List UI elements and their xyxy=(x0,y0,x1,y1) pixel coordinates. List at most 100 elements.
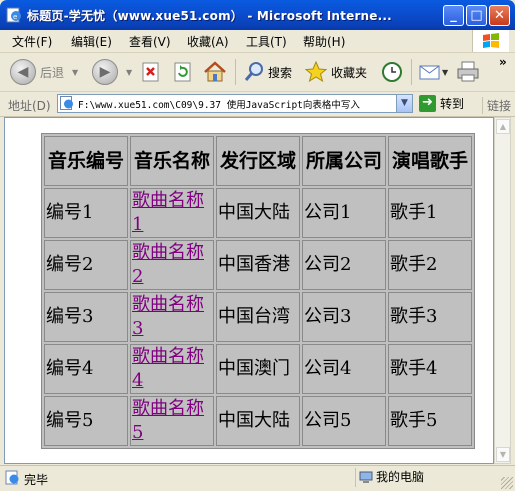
music-table: 音乐编号 音乐名称 发行区域 所属公司 演唱歌手 编号1 歌曲名称1 中国大陆 … xyxy=(41,133,475,449)
singer-cell: 歌手4 xyxy=(388,344,472,394)
company-cell: 公司3 xyxy=(302,292,386,342)
table-row: 编号5 歌曲名称5 中国大陆 公司5 歌手5 xyxy=(44,396,472,446)
go-label: 转到 xyxy=(440,97,465,111)
menu-tools[interactable]: 工具(T) xyxy=(246,33,287,50)
search-button[interactable]: 搜索 xyxy=(243,57,292,87)
my-computer-icon xyxy=(359,471,373,483)
links-button[interactable]: 链接 xyxy=(482,97,511,114)
table-row: 编号4 歌曲名称4 中国澳门 公司4 歌手4 xyxy=(44,344,472,394)
song-link[interactable]: 歌曲名称2 xyxy=(132,242,204,287)
stop-button[interactable] xyxy=(140,57,162,87)
region-cell: 中国澳门 xyxy=(216,344,300,394)
music-id-cell: 编号5 xyxy=(44,396,128,446)
maximize-button[interactable]: □ xyxy=(466,5,487,26)
song-link[interactable]: 歌曲名称4 xyxy=(132,346,204,391)
favorites-button[interactable]: 收藏夹 xyxy=(304,57,367,87)
ie-page-icon xyxy=(60,96,73,110)
printer-icon xyxy=(457,61,479,82)
favorites-label: 收藏夹 xyxy=(331,65,368,80)
music-id-cell: 编号2 xyxy=(44,240,128,290)
minimize-button[interactable]: _ xyxy=(443,5,464,26)
company-cell: 公司5 xyxy=(302,396,386,446)
go-button[interactable]: ➜ 转到 xyxy=(419,95,464,112)
forward-dropdown-icon[interactable]: ▼ xyxy=(126,68,132,77)
security-zone: 我的电脑 xyxy=(355,468,424,487)
region-cell: 中国香港 xyxy=(216,240,300,290)
song-name-cell: 歌曲名称3 xyxy=(130,292,214,342)
address-bar: 地址(D) F:\www.xue51.com\C09\9.37 使用JavaSc… xyxy=(0,92,515,117)
menu-file[interactable]: 文件(F) xyxy=(12,33,52,50)
standard-toolbar: ◀ 后退 ▼ ▶ ▼ 搜索 收藏夹 ▼ » xyxy=(0,53,515,92)
history-icon xyxy=(382,62,402,82)
print-button[interactable] xyxy=(455,57,481,87)
company-cell: 公司2 xyxy=(302,240,386,290)
address-input[interactable]: F:\www.xue51.com\C09\9.37 使用JavaScript向表… xyxy=(57,94,413,113)
toolbar-separator xyxy=(235,59,236,85)
menu-favorites[interactable]: 收藏(A) xyxy=(187,33,229,50)
address-dropdown-icon[interactable]: ▼ xyxy=(396,95,412,112)
history-button[interactable] xyxy=(380,57,404,87)
page-done-icon xyxy=(5,470,19,485)
stop-icon xyxy=(142,62,159,82)
forward-button[interactable]: ▶ ▼ xyxy=(92,57,132,87)
music-id-cell: 编号4 xyxy=(44,344,128,394)
table-row: 编号3 歌曲名称3 中国台湾 公司3 歌手3 xyxy=(44,292,472,342)
vertical-scrollbar[interactable]: ▲ ▼ xyxy=(494,117,511,464)
back-arrow-icon: ◀ xyxy=(10,59,36,85)
forward-arrow-icon: ▶ xyxy=(92,59,118,85)
search-label: 搜索 xyxy=(268,65,293,80)
table-row: 编号2 歌曲名称2 中国香港 公司2 歌手2 xyxy=(44,240,472,290)
zone-label: 我的电脑 xyxy=(376,470,425,484)
status-text: 完毕 xyxy=(24,473,49,487)
song-link[interactable]: 歌曲名称1 xyxy=(132,190,204,235)
column-header: 音乐编号 xyxy=(44,136,128,186)
toolbar-separator xyxy=(411,59,412,85)
region-cell: 中国大陆 xyxy=(216,396,300,446)
song-name-cell: 歌曲名称2 xyxy=(130,240,214,290)
back-dropdown-icon[interactable]: ▼ xyxy=(72,68,78,77)
refresh-button[interactable] xyxy=(172,57,194,87)
column-header: 演唱歌手 xyxy=(388,136,472,186)
music-id-cell: 编号1 xyxy=(44,188,128,238)
status-bar: 完毕 我的电脑 xyxy=(0,465,515,491)
singer-cell: 歌手1 xyxy=(388,188,472,238)
company-cell: 公司4 xyxy=(302,344,386,394)
company-cell: 公司1 xyxy=(302,188,386,238)
menu-view[interactable]: 查看(V) xyxy=(129,33,171,50)
go-arrow-icon: ➜ xyxy=(419,95,436,112)
column-header: 音乐名称 xyxy=(130,136,214,186)
singer-cell: 歌手5 xyxy=(388,396,472,446)
scroll-down-arrow-icon[interactable]: ▼ xyxy=(496,447,510,462)
svg-text:e: e xyxy=(13,13,17,21)
table-row: 编号1 歌曲名称1 中国大陆 公司1 歌手1 xyxy=(44,188,472,238)
home-icon xyxy=(204,61,226,82)
title-bar[interactable]: e 标题页-学无忧（www.xue51.com） - Microsoft Int… xyxy=(0,0,515,30)
toolbar-overflow-chevron[interactable]: » xyxy=(499,55,507,69)
mail-button[interactable]: ▼ xyxy=(418,57,448,87)
menu-bar: 文件(F) 编辑(E) 查看(V) 收藏(A) 工具(T) 帮助(H) xyxy=(0,30,515,53)
resize-grip-icon[interactable] xyxy=(501,477,513,489)
star-icon xyxy=(304,60,328,83)
mail-dropdown-icon[interactable]: ▼ xyxy=(442,68,448,77)
address-label: 地址(D) xyxy=(8,99,51,113)
scroll-up-arrow-icon[interactable]: ▲ xyxy=(496,119,510,134)
region-cell: 中国大陆 xyxy=(216,188,300,238)
singer-cell: 歌手3 xyxy=(388,292,472,342)
ie-page-icon: e xyxy=(6,7,21,23)
page-content: 音乐编号 音乐名称 发行区域 所属公司 演唱歌手 编号1 歌曲名称1 中国大陆 … xyxy=(4,117,494,464)
song-link[interactable]: 歌曲名称5 xyxy=(132,398,204,443)
menu-edit[interactable]: 编辑(E) xyxy=(71,33,112,50)
menu-help[interactable]: 帮助(H) xyxy=(303,33,345,50)
singer-cell: 歌手2 xyxy=(388,240,472,290)
column-header: 发行区域 xyxy=(216,136,300,186)
home-button[interactable] xyxy=(203,57,227,87)
back-label: 后退 xyxy=(40,65,65,80)
refresh-icon xyxy=(174,62,191,82)
region-cell: 中国台湾 xyxy=(216,292,300,342)
song-name-cell: 歌曲名称1 xyxy=(130,188,214,238)
close-button[interactable]: ✕ xyxy=(489,5,510,26)
song-name-cell: 歌曲名称5 xyxy=(130,396,214,446)
song-name-cell: 歌曲名称4 xyxy=(130,344,214,394)
back-button[interactable]: ◀ 后退 ▼ xyxy=(10,57,78,87)
song-link[interactable]: 歌曲名称3 xyxy=(132,294,204,339)
